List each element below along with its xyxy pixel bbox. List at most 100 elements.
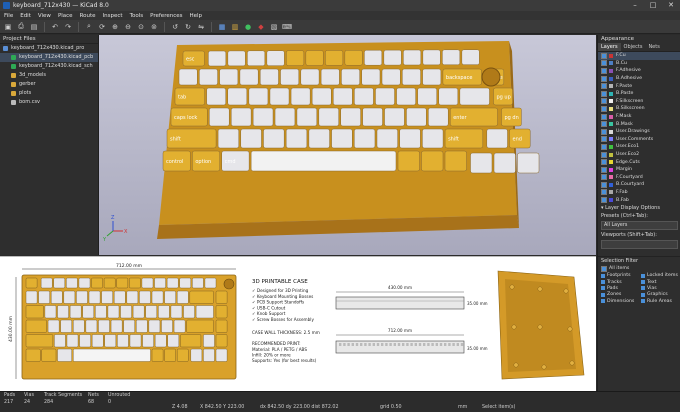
layer-color-swatch[interactable]	[609, 167, 613, 172]
maximize-button[interactable]: □	[644, 0, 662, 11]
layer-row[interactable]: B.Cu	[598, 60, 680, 68]
board-setup-icon[interactable]: ▥	[230, 22, 240, 32]
layer-color-swatch[interactable]	[609, 122, 613, 127]
layer-row[interactable]: B.Adhesive	[598, 75, 680, 83]
drc-icon[interactable]: ●	[243, 22, 253, 32]
menu-preferences[interactable]: Preferences	[150, 13, 182, 19]
rotate-cw-icon[interactable]: ↻	[183, 22, 193, 32]
layer-color-swatch[interactable]	[609, 61, 613, 66]
layer-visibility-checkbox[interactable]	[601, 83, 607, 90]
layer-color-swatch[interactable]	[609, 190, 613, 195]
3d-icon[interactable]: ◆	[256, 22, 266, 32]
minimize-button[interactable]: –	[626, 0, 644, 11]
layer-row[interactable]: User.Eco2	[598, 151, 680, 159]
layer-color-swatch[interactable]	[609, 137, 613, 142]
layer-row[interactable]: B.Fab	[598, 196, 680, 204]
layer-color-swatch[interactable]	[609, 114, 613, 119]
layer-visibility-checkbox[interactable]	[601, 136, 607, 143]
netlist-icon[interactable]: ▦	[217, 22, 227, 32]
layer-visibility-checkbox[interactable]	[601, 143, 607, 150]
layer-row[interactable]: F.Mask	[598, 113, 680, 121]
zoom-in-icon[interactable]: ⊕	[110, 22, 120, 32]
layer-row[interactable]: B.Courtyard	[598, 181, 680, 189]
layer-visibility-checkbox[interactable]	[601, 60, 607, 67]
layer-color-swatch[interactable]	[609, 129, 613, 134]
menu-inspect[interactable]: Inspect	[103, 13, 123, 19]
page-icon[interactable]: ▤	[29, 22, 39, 32]
footprint-editor-icon[interactable]: ▧	[269, 22, 279, 32]
layer-row[interactable]: Edge.Cuts	[598, 158, 680, 166]
layer-color-swatch[interactable]	[609, 53, 613, 58]
layer-color-swatch[interactable]	[609, 91, 613, 96]
layer-visibility-checkbox[interactable]	[601, 98, 607, 105]
layer-row[interactable]: F.Adhesive	[598, 67, 680, 75]
tab-layers[interactable]: Layers	[598, 43, 621, 51]
layer-row[interactable]: F.Paste	[598, 82, 680, 90]
project-tree-item[interactable]: keyboard_712x430.kicad_sch	[0, 62, 98, 71]
refresh-icon[interactable]: ⟳	[97, 22, 107, 32]
layer-color-swatch[interactable]	[609, 76, 613, 81]
layer-color-swatch[interactable]	[609, 198, 613, 203]
layer-visibility-checkbox[interactable]	[601, 128, 607, 135]
tab-objects[interactable]: Objects	[621, 43, 646, 51]
menu-help[interactable]: Help	[189, 13, 202, 19]
layer-visibility-checkbox[interactable]	[601, 181, 607, 188]
project-tree-item[interactable]: keyboard_712x430.kicad_pcb	[0, 53, 98, 62]
viewports-select[interactable]	[601, 239, 678, 249]
selection-all-items[interactable]: All items	[598, 265, 680, 273]
layer-visibility-checkbox[interactable]	[601, 166, 607, 173]
print-icon[interactable]: ⎙	[16, 22, 26, 32]
layer-visibility-checkbox[interactable]	[601, 52, 607, 59]
layer-row[interactable]: F.Courtyard	[598, 174, 680, 182]
layer-row[interactable]: User.Eco1	[598, 143, 680, 151]
layer-color-swatch[interactable]	[609, 175, 613, 180]
project-tree-item[interactable]: gerber	[0, 80, 98, 89]
redo-icon[interactable]: ↷	[63, 22, 73, 32]
menu-tools[interactable]: Tools	[130, 13, 144, 19]
layer-row[interactable]: User.Comments	[598, 136, 680, 144]
presets-select[interactable]: All Layers	[601, 220, 678, 230]
layer-visibility-checkbox[interactable]	[601, 67, 607, 74]
layer-row[interactable]: F.Cu	[598, 52, 680, 60]
project-tree-item[interactable]: plots	[0, 89, 98, 98]
layer-color-swatch[interactable]	[609, 106, 613, 111]
layer-color-swatch[interactable]	[609, 152, 613, 157]
undo-icon[interactable]: ↶	[50, 22, 60, 32]
layer-color-swatch[interactable]	[609, 99, 613, 104]
menu-route[interactable]: Route	[80, 13, 96, 19]
project-tree-item[interactable]: 3d_models	[0, 71, 98, 80]
zoom-out-icon[interactable]: ⊖	[123, 22, 133, 32]
zoom-fit-icon[interactable]: ⊙	[136, 22, 146, 32]
menu-view[interactable]: View	[38, 13, 51, 19]
layer-row[interactable]: F.Silkscreen	[598, 98, 680, 106]
menu-file[interactable]: File	[4, 13, 13, 19]
save-icon[interactable]: ▣	[3, 22, 13, 32]
layer-visibility-checkbox[interactable]	[601, 189, 607, 196]
layer-visibility-checkbox[interactable]	[601, 197, 607, 204]
layer-visibility-checkbox[interactable]	[601, 113, 607, 120]
layer-row[interactable]: B.Mask	[598, 120, 680, 128]
project-tree-item[interactable]: keyboard_712x430.kicad_pro	[0, 44, 98, 53]
search-icon[interactable]: ⌕	[84, 22, 94, 32]
tab-nets[interactable]: Nets	[645, 43, 662, 51]
layer-color-swatch[interactable]	[609, 144, 613, 149]
project-tree-item[interactable]: bom.csv	[0, 98, 98, 107]
menu-edit[interactable]: Edit	[20, 13, 31, 19]
selection-filter-item[interactable]: Dimensions	[601, 298, 641, 304]
layer-visibility-checkbox[interactable]	[601, 121, 607, 128]
3d-viewport[interactable]: escbackspacehometabpg upcaps lockenterpg…	[99, 35, 596, 255]
layer-row[interactable]: Margin	[598, 166, 680, 174]
layer-display-options[interactable]: ▾ Layer Display Options	[598, 204, 680, 212]
zoom-selection-icon[interactable]: ⊚	[149, 22, 159, 32]
layer-color-swatch[interactable]	[609, 68, 613, 73]
layer-visibility-checkbox[interactable]	[601, 75, 607, 82]
layer-visibility-checkbox[interactable]	[601, 174, 607, 181]
layer-visibility-checkbox[interactable]	[601, 151, 607, 158]
scripting-icon[interactable]: ⌨	[282, 22, 292, 32]
selection-filter-item[interactable]: Rule Areas	[641, 298, 680, 304]
layer-color-swatch[interactable]	[609, 84, 613, 89]
layer-visibility-checkbox[interactable]	[601, 90, 607, 97]
layer-visibility-checkbox[interactable]	[601, 105, 607, 112]
drawing-sheet[interactable]: 712.00 mm 430.00 mm 3D PRINTABLE CASE ✓ …	[0, 256, 596, 392]
layer-visibility-checkbox[interactable]	[601, 159, 607, 166]
